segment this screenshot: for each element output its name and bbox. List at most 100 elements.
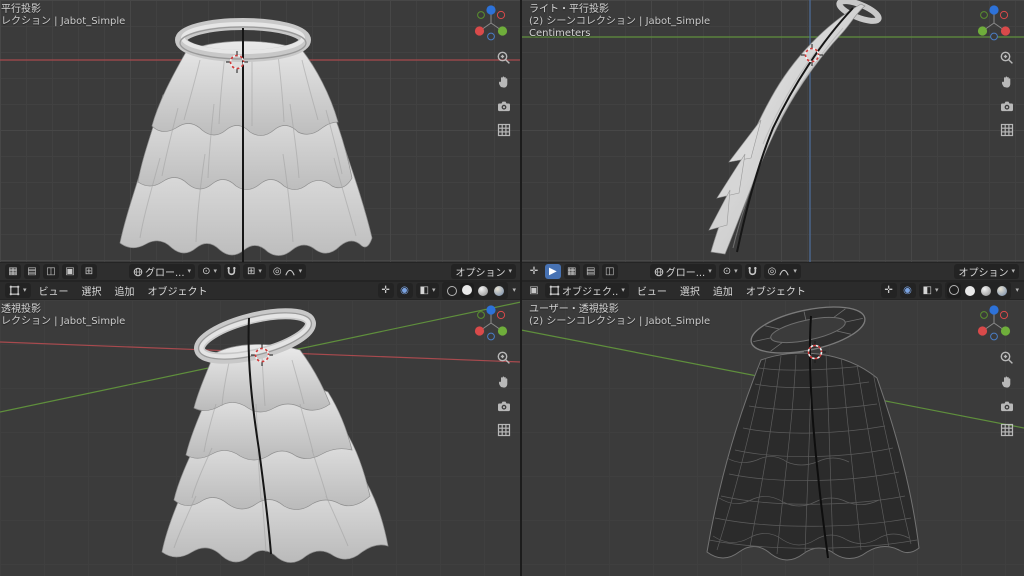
chevron-down-icon: ▾ bbox=[708, 268, 712, 275]
snap-magnet-icon[interactable] bbox=[745, 264, 761, 279]
toolbar-bottom-right-header: ▣ オブジェク.. ▾ ビュー 選択 追加 オブジェクト ✛ ◉ ◧ ▾ ▾ bbox=[521, 281, 1024, 300]
mode-dropdown[interactable]: ▾ bbox=[5, 283, 31, 298]
menu-select[interactable]: 選択 bbox=[77, 283, 107, 298]
xray-toggle[interactable]: ◧ ▾ bbox=[416, 283, 440, 298]
shading-rendered-icon[interactable] bbox=[491, 283, 506, 298]
viewport-split-icon[interactable]: ▤ bbox=[583, 264, 599, 279]
zoom-icon[interactable] bbox=[997, 48, 1016, 67]
viewport-perspective[interactable]: 透視投影 レクション | Jabot_Simple bbox=[0, 300, 521, 576]
navigation-gizmo[interactable] bbox=[976, 303, 1012, 343]
zoom-icon[interactable] bbox=[494, 348, 513, 367]
active-tool-button[interactable]: ▶ bbox=[545, 264, 561, 279]
menu-view[interactable]: ビュー bbox=[632, 283, 672, 298]
pan-hand-icon[interactable] bbox=[494, 372, 513, 391]
toolbar-top-left-header: ▦ ▤ ◫ ▣ ⊞ グロー... ▾ ⊙ ▾ ⊞ ▾ ◎ ▾ オプション bbox=[0, 262, 521, 281]
globe-icon bbox=[654, 267, 664, 277]
shading-options-chevron-icon[interactable]: ▾ bbox=[1015, 287, 1019, 294]
viewport-collection-label: (2) シーンコレクション | Jabot_Simple bbox=[529, 316, 710, 328]
shading-material-icon[interactable] bbox=[978, 283, 993, 298]
xray-icon: ◧ bbox=[420, 285, 429, 296]
editor-type-icon[interactable]: ▣ bbox=[526, 283, 542, 298]
shading-rendered-icon[interactable] bbox=[994, 283, 1009, 298]
show-gizmo-icon[interactable]: ✛ bbox=[881, 283, 897, 298]
show-gizmo-icon[interactable]: ✛ bbox=[378, 283, 394, 298]
shading-mode-group bbox=[442, 282, 508, 299]
perspective-scene bbox=[0, 300, 521, 576]
axis-y-handle bbox=[498, 26, 507, 35]
camera-view-icon[interactable] bbox=[494, 396, 513, 415]
ortho-toggle-icon[interactable] bbox=[997, 120, 1016, 139]
options-button[interactable]: オプション ▾ bbox=[954, 264, 1019, 279]
menu-add[interactable]: 追加 bbox=[708, 283, 738, 298]
navigation-gizmo[interactable] bbox=[976, 3, 1012, 43]
options-button[interactable]: オプション ▾ bbox=[451, 264, 516, 279]
transform-orientation-dropdown[interactable]: グロー... ▾ bbox=[650, 264, 716, 279]
proportional-edit-dropdown[interactable]: ◎ ▾ bbox=[269, 264, 306, 279]
viewport-split-icon[interactable]: ▤ bbox=[24, 264, 40, 279]
zoom-icon[interactable] bbox=[997, 348, 1016, 367]
chevron-down-icon: ▾ bbox=[299, 268, 303, 275]
pivot-icon: ⊙ bbox=[202, 266, 210, 277]
menu-view[interactable]: ビュー bbox=[34, 283, 74, 298]
transform-orientation-dropdown[interactable]: グロー... ▾ bbox=[129, 264, 195, 279]
proportional-edit-dropdown[interactable]: ◎ ▾ bbox=[764, 264, 801, 279]
snap-magnet-icon[interactable] bbox=[224, 264, 240, 279]
pivot-icon: ⊙ bbox=[723, 266, 731, 277]
viewport-front-ortho[interactable]: 平行投影 レクション | Jabot_Simple bbox=[0, 0, 521, 262]
xray-icon: ◧ bbox=[923, 285, 932, 296]
shading-material-icon[interactable] bbox=[475, 283, 490, 298]
pan-hand-icon[interactable] bbox=[997, 372, 1016, 391]
shading-mode-group bbox=[945, 282, 1011, 299]
shading-wireframe-icon[interactable] bbox=[444, 283, 459, 298]
camera-view-icon[interactable] bbox=[494, 96, 513, 115]
snap-target-dropdown[interactable]: ⊞ ▾ bbox=[243, 264, 266, 279]
viewport-user-perspective-wireframe[interactable]: ユーザー・透視投影 (2) シーンコレクション | Jabot_Simple bbox=[521, 300, 1024, 576]
navigation-gizmo[interactable] bbox=[473, 303, 509, 343]
mode-dropdown[interactable]: オブジェク.. ▾ bbox=[545, 283, 629, 298]
shading-solid-icon[interactable] bbox=[962, 283, 977, 298]
pivot-point-dropdown[interactable]: ⊙ ▾ bbox=[198, 264, 221, 279]
menu-object[interactable]: オブジェクト bbox=[741, 283, 811, 298]
menu-select[interactable]: 選択 bbox=[675, 283, 705, 298]
area-divider[interactable] bbox=[520, 0, 522, 576]
object-mode-icon bbox=[549, 285, 560, 296]
shading-options-chevron-icon[interactable]: ▾ bbox=[512, 287, 516, 294]
viewport-add-icon[interactable]: ⊞ bbox=[81, 264, 97, 279]
xray-toggle[interactable]: ◧ ▾ bbox=[919, 283, 943, 298]
ortho-toggle-icon[interactable] bbox=[997, 420, 1016, 439]
viewport-single-icon[interactable]: ▣ bbox=[62, 264, 78, 279]
options-label: オプション bbox=[958, 264, 1008, 279]
menu-add[interactable]: 追加 bbox=[110, 283, 140, 298]
viewport-projection-label: 透視投影 bbox=[1, 304, 125, 316]
chevron-down-icon: ▾ bbox=[935, 287, 939, 294]
pan-hand-icon[interactable] bbox=[997, 72, 1016, 91]
zoom-icon[interactable] bbox=[494, 48, 513, 67]
chevron-down-icon: ▾ bbox=[1011, 268, 1015, 275]
camera-view-icon[interactable] bbox=[997, 96, 1016, 115]
pan-hand-icon[interactable] bbox=[494, 72, 513, 91]
viewport-collection-label: (2) シーンコレクション | Jabot_Simple bbox=[529, 16, 710, 28]
tool-move-icon[interactable]: ✛ bbox=[526, 264, 542, 279]
overlays-toggle-icon[interactable]: ◉ bbox=[397, 283, 413, 298]
ortho-toggle-icon[interactable] bbox=[494, 420, 513, 439]
toolbar-top-right-header: ✛ ▶ ▦ ▤ ◫ グロー... ▾ ⊙ ▾ ◎ ▾ オプション ▾ bbox=[521, 262, 1024, 281]
viewport-quad-icon[interactable]: ▦ bbox=[5, 264, 21, 279]
shading-solid-icon[interactable] bbox=[460, 283, 474, 298]
ortho-toggle-icon[interactable] bbox=[494, 120, 513, 139]
navigation-gizmo[interactable] bbox=[473, 3, 509, 43]
viewport-column-icon[interactable]: ◫ bbox=[602, 264, 618, 279]
shading-wireframe-icon[interactable] bbox=[947, 283, 961, 298]
jabot-model-side[interactable] bbox=[709, 0, 881, 254]
jabot-model-front[interactable] bbox=[120, 24, 372, 256]
viewport-right-ortho[interactable]: ライト・平行投影 (2) シーンコレクション | Jabot_Simple Ce… bbox=[521, 0, 1024, 262]
menu-object[interactable]: オブジェクト bbox=[143, 283, 213, 298]
viewport-quad-icon[interactable]: ▦ bbox=[564, 264, 580, 279]
camera-view-icon[interactable] bbox=[997, 396, 1016, 415]
viewport-column-icon[interactable]: ◫ bbox=[43, 264, 59, 279]
chevron-down-icon: ▾ bbox=[213, 268, 217, 275]
jabot-model-perspective[interactable] bbox=[162, 304, 388, 563]
axis-z-handle bbox=[486, 5, 495, 14]
pivot-point-dropdown[interactable]: ⊙ ▾ bbox=[719, 264, 742, 279]
overlays-toggle-icon[interactable]: ◉ bbox=[900, 283, 916, 298]
falloff-curve-icon bbox=[778, 267, 790, 277]
